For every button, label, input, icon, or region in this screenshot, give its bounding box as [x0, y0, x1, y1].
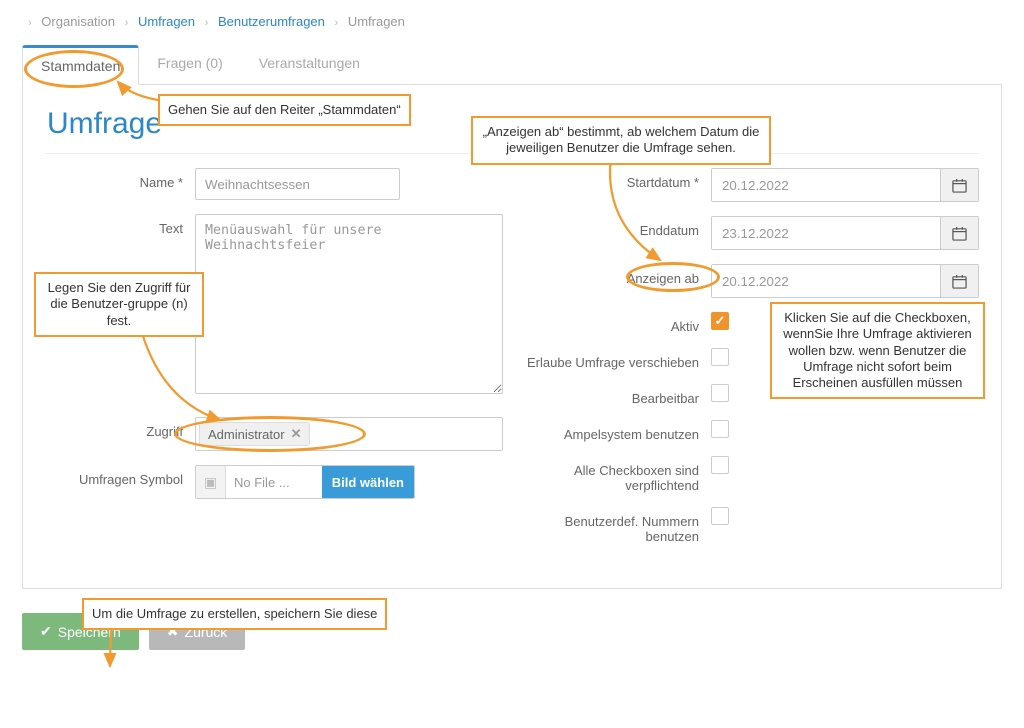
showfrom-input[interactable] [712, 265, 940, 297]
calendar-icon[interactable] [940, 217, 978, 249]
label-usernum: Benutzerdef. Nummern benutzen [521, 507, 711, 544]
label-ampel: Ampelsystem benutzen [521, 420, 711, 442]
access-tokenbox[interactable]: Administrator ✕ [195, 417, 503, 451]
label-name: Name * [45, 168, 195, 190]
label-allowmove: Erlaube Umfrage verschieben [521, 348, 711, 370]
breadcrumb-current: Umfragen [348, 14, 405, 29]
breadcrumb: › Organisation › Umfragen › Benutzerumfr… [22, 8, 1002, 45]
breadcrumb-link-surveys[interactable]: Umfragen [138, 14, 195, 29]
form-footer: ✔ Speichern ✖ Zurück [22, 613, 1002, 650]
tab-stammdaten[interactable]: Stammdaten [22, 45, 139, 85]
page-title: Umfrage [47, 107, 979, 141]
label-text: Text [45, 214, 195, 236]
allowmove-checkbox[interactable] [711, 348, 729, 366]
save-button-label: Speichern [58, 624, 121, 640]
file-name: No File ... [226, 475, 322, 490]
breadcrumb-root: Organisation [41, 14, 115, 29]
label-enddate: Enddatum [521, 216, 711, 238]
active-checkbox[interactable]: ✓ [711, 312, 729, 330]
back-button-label: Zurück [185, 624, 228, 640]
usernum-checkbox[interactable] [711, 507, 729, 525]
chevron-right-icon: › [335, 17, 339, 29]
image-icon: ▣ [196, 466, 226, 498]
ampel-checkbox[interactable] [711, 420, 729, 438]
breadcrumb-link-usersurveys[interactable]: Benutzerumfragen [218, 14, 325, 29]
editable-checkbox[interactable] [711, 384, 729, 402]
access-token-label: Administrator [208, 427, 285, 442]
tab-fragen[interactable]: Fragen (0) [139, 45, 240, 84]
check-icon: ✔ [40, 623, 52, 640]
allrequired-checkbox[interactable] [711, 456, 729, 474]
name-input[interactable] [195, 168, 400, 200]
label-editable: Bearbeitbar [521, 384, 711, 406]
label-startdate: Startdatum * [521, 168, 711, 190]
label-active: Aktiv [521, 312, 711, 334]
startdate-input[interactable] [712, 169, 940, 201]
label-allrequired: Alle Checkboxen sind verpflichtend [521, 456, 711, 493]
remove-token-icon[interactable]: ✕ [291, 426, 302, 442]
label-symbol: Umfragen Symbol [45, 465, 195, 487]
text-textarea[interactable]: Menüauswahl für unsere Weihnachtsfeier [195, 214, 503, 394]
file-picker: ▣ No File ... Bild wählen [195, 465, 415, 499]
save-button[interactable]: ✔ Speichern [22, 613, 139, 650]
chevron-right-icon: › [205, 17, 209, 29]
access-token-administrator[interactable]: Administrator ✕ [199, 422, 310, 446]
label-showfrom: Anzeigen ab [521, 264, 711, 286]
back-button[interactable]: ✖ Zurück [149, 613, 246, 650]
chevron-right-icon: › [125, 17, 129, 29]
close-icon: ✖ [167, 623, 179, 640]
form-panel: Umfrage Name * Text Menüauswahl für unse… [22, 85, 1002, 589]
choose-file-button[interactable]: Bild wählen [322, 466, 414, 498]
label-access: Zugriff [45, 417, 195, 439]
calendar-icon[interactable] [940, 169, 978, 201]
tab-veranstaltungen[interactable]: Veranstaltungen [241, 45, 378, 84]
enddate-input[interactable] [712, 217, 940, 249]
chevron-right-icon: › [28, 17, 32, 29]
tabs: Stammdaten Fragen (0) Veranstaltungen [22, 45, 1002, 85]
calendar-icon[interactable] [940, 265, 978, 297]
